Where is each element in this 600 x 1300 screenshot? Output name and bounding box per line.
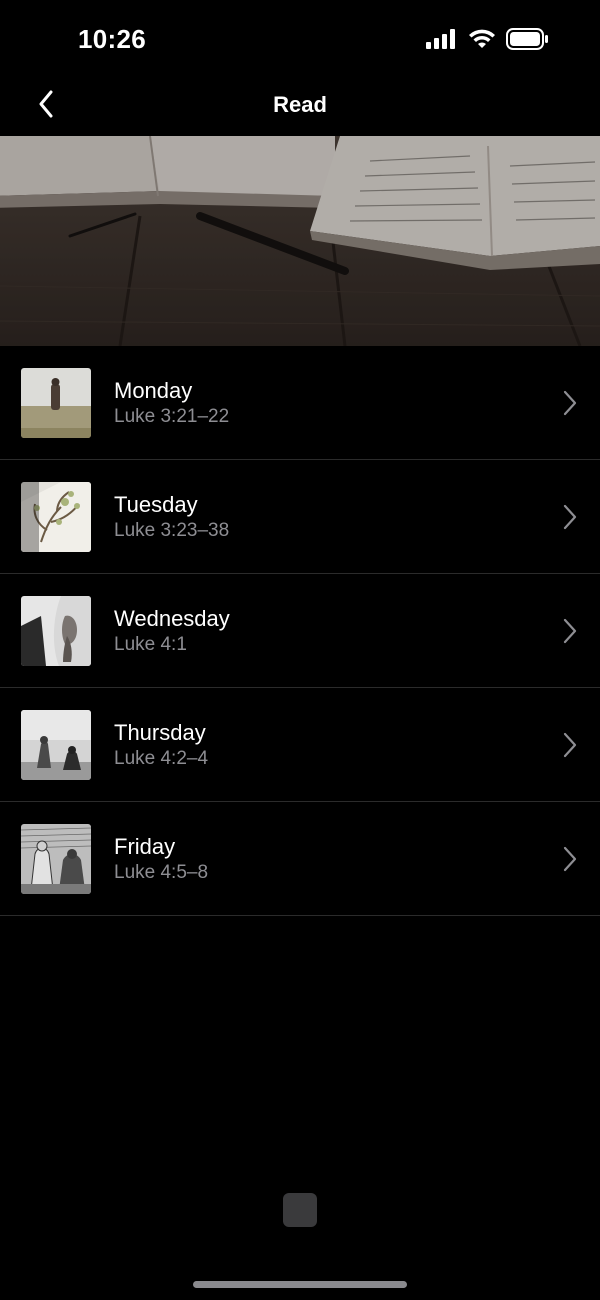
thumbnail-figure-in-water [21,368,91,438]
item-title: Friday [114,834,176,859]
thumbnail-hooded-figure-portrait [21,596,91,666]
home-indicator[interactable] [193,1281,407,1288]
item-title: Wednesday [114,606,230,631]
item-subtitle: Luke 4:1 [114,634,187,655]
thumbnail-figures-in-desert [21,710,91,780]
status-icons [426,28,548,55]
loading-placeholder [283,1193,317,1227]
hero-image [0,136,600,346]
chevron-right-icon [560,390,580,416]
status-bar: 10:26 [0,0,600,80]
item-subtitle: Luke 4:2–4 [114,748,209,769]
status-time: 10:26 [78,24,146,54]
battery-icon [506,28,548,55]
item-subtitle: Luke 4:5–8 [114,862,209,883]
wifi-icon [468,29,496,54]
list-item[interactable]: Thursday Luke 4:2–4 [0,688,600,802]
list-item[interactable]: Tuesday Luke 3:23–38 [0,460,600,574]
list-item[interactable]: Friday Luke 4:5–8 [0,802,600,916]
chevron-right-icon [560,846,580,872]
chevron-right-icon [560,618,580,644]
item-title: Monday [114,378,193,403]
reading-plan-list: Monday Luke 3:21–22 Tuesday Luke 3:23–38… [0,346,600,916]
item-subtitle: Luke 3:21–22 [114,406,230,427]
cellular-signal-icon [426,29,458,54]
open-books-illustration [0,136,600,346]
navigation-bar: Read [0,80,600,136]
page-title: Read [273,92,327,117]
thumbnail-engraving-temptation [21,824,91,894]
list-item[interactable]: Monday Luke 3:21–22 [0,346,600,460]
item-subtitle: Luke 3:23–38 [114,520,230,541]
chevron-right-icon [560,504,580,530]
thumbnail-family-tree-drawing [21,482,91,552]
list-item[interactable]: Wednesday Luke 4:1 [0,574,600,688]
item-title: Thursday [114,720,206,745]
chevron-right-icon [560,732,580,758]
item-title: Tuesday [114,492,198,517]
